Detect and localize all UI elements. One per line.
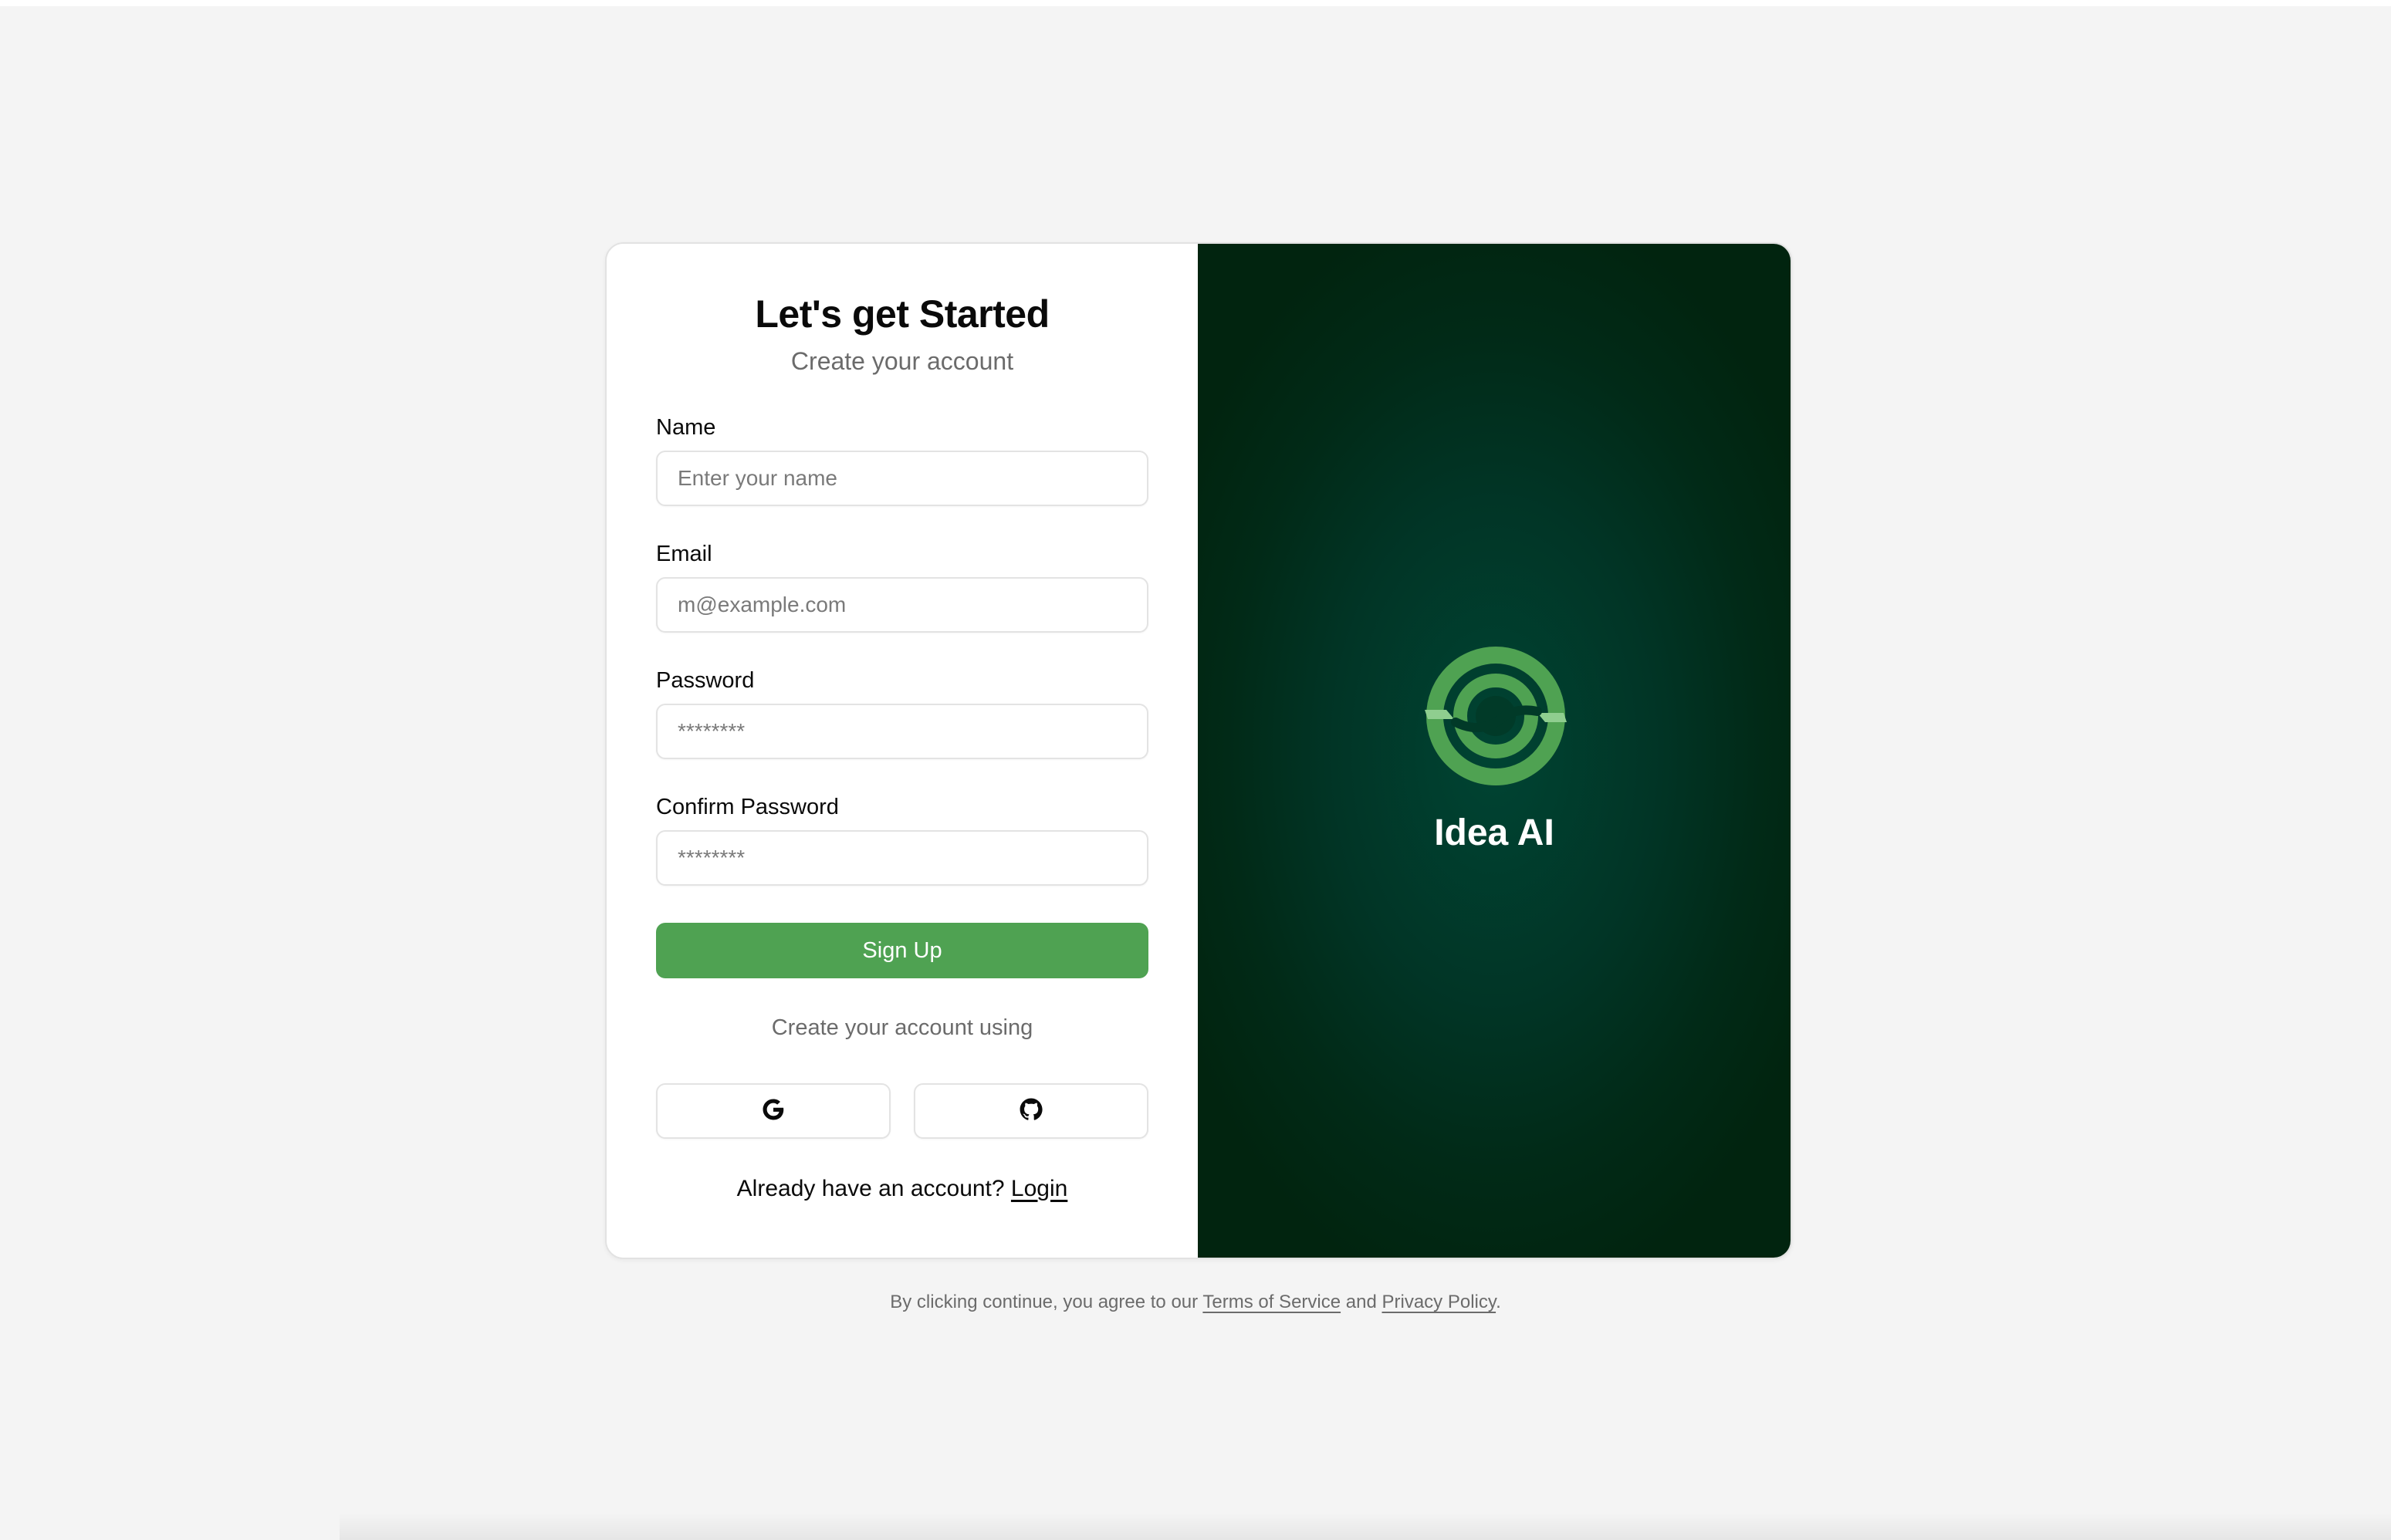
confirm-password-label: Confirm Password bbox=[656, 795, 839, 819]
github-signup-button[interactable] bbox=[914, 1083, 1148, 1139]
login-prompt: Already have an account? Login bbox=[607, 1176, 1198, 1202]
brand-name: Idea AI bbox=[1434, 812, 1554, 853]
page-subtitle: Create your account bbox=[790, 347, 1014, 375]
name-label: Name bbox=[656, 415, 716, 440]
idea-ai-logo-icon bbox=[1425, 647, 1567, 785]
password-input[interactable] bbox=[656, 704, 1148, 759]
name-input[interactable] bbox=[656, 451, 1148, 506]
legal-prefix: By clicking continue, you agree to our bbox=[890, 1292, 1199, 1312]
signup-card: Let's get Started Create your account Na… bbox=[605, 242, 1792, 1259]
oauth-caption: Create your account using bbox=[771, 1015, 1033, 1040]
email-input[interactable] bbox=[656, 577, 1148, 633]
terms-of-service-link[interactable]: Terms of Service bbox=[1202, 1292, 1341, 1312]
brand-panel: Idea AI bbox=[1198, 244, 1791, 1258]
legal-suffix: . bbox=[1496, 1292, 1501, 1312]
google-signup-button[interactable] bbox=[656, 1083, 891, 1139]
privacy-policy-link[interactable]: Privacy Policy bbox=[1382, 1292, 1496, 1312]
sign-up-button[interactable]: Sign Up bbox=[656, 923, 1148, 978]
email-label: Email bbox=[656, 542, 712, 566]
legal-notice: By clicking continue, you agree to our T… bbox=[0, 1292, 2391, 1313]
legal-conjunction: and bbox=[1345, 1292, 1377, 1312]
signup-form: Let's get Started Create your account Na… bbox=[607, 244, 1198, 1258]
login-link[interactable]: Login bbox=[1011, 1176, 1067, 1201]
page-title: Let's get Started bbox=[755, 292, 1050, 336]
top-strip bbox=[0, 0, 2391, 6]
confirm-password-input[interactable] bbox=[656, 830, 1148, 886]
github-icon bbox=[1018, 1096, 1044, 1126]
bottom-edge-shadow bbox=[340, 1512, 2391, 1540]
password-label: Password bbox=[656, 668, 755, 693]
google-icon bbox=[760, 1096, 786, 1126]
login-prompt-text: Already have an account? bbox=[736, 1176, 1005, 1201]
